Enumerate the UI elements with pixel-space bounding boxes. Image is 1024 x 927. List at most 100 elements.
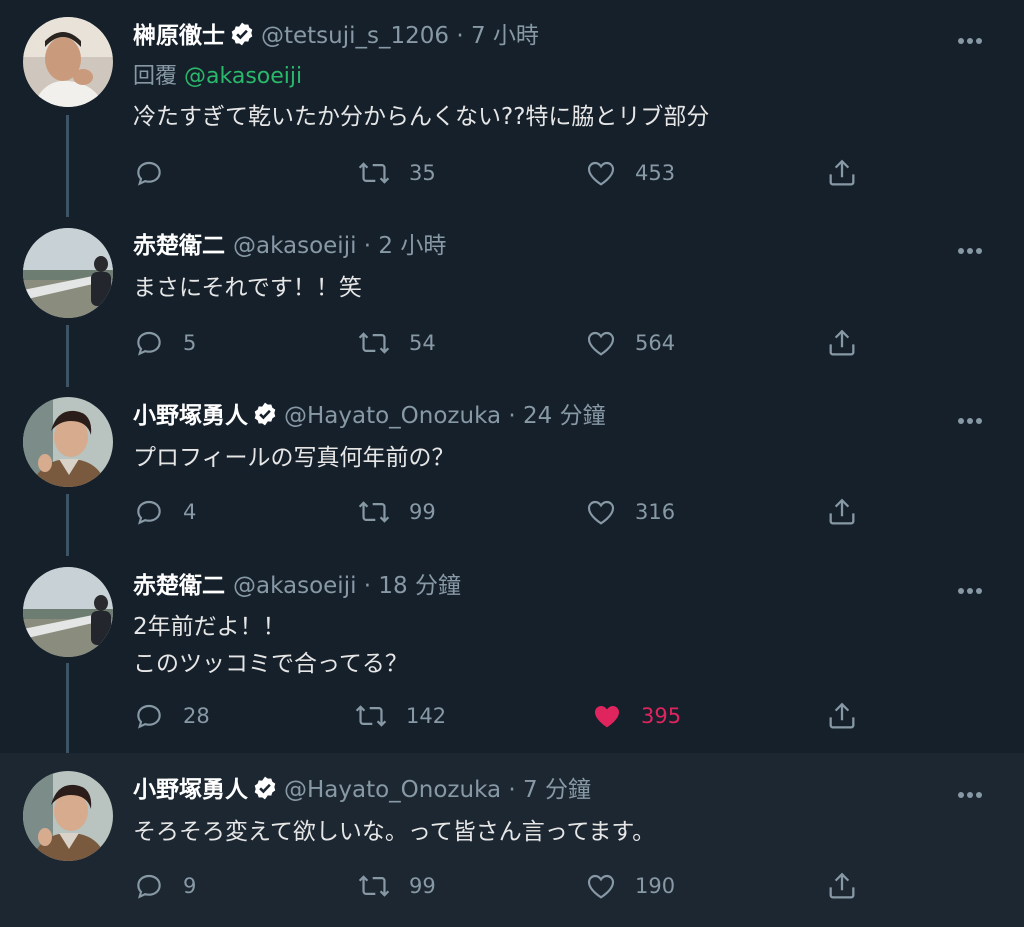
tweet[interactable]: 赤楚衛二 @akasoeiji · 2 小時 まさにそれです！！笑 5 54 56… [0,215,1024,385]
timestamp[interactable]: 7 小時 [471,23,539,49]
like-button[interactable]: 190 [585,869,675,903]
reply-count: 9 [183,874,197,898]
retweet-button[interactable]: 142 [354,699,446,733]
tweet-focused[interactable]: 小野塚勇人 @Hayato_Onozuka · 7 分鐘 そろそろ変えて欲しいな。… [0,753,1024,927]
reply-button[interactable]: 9 [133,869,196,903]
reply-count: 5 [183,331,197,355]
tweet-text: プロフィールの写真何年前の？ [133,445,455,471]
reply-button[interactable] [133,156,183,190]
tweet-actions: 35 453 [133,156,863,190]
tweet-header: 小野塚勇人 @Hayato_Onozuka · 24 分鐘 [133,399,606,433]
like-button[interactable]: 453 [585,156,675,190]
like-count: 316 [635,500,676,524]
avatar[interactable] [23,397,113,487]
retweet-count: 99 [409,500,436,524]
more-options-icon[interactable] [958,783,990,799]
share-button[interactable] [825,869,859,903]
retweet-button[interactable]: 99 [357,495,436,529]
heart-icon [585,870,617,902]
like-button[interactable]: 316 [585,495,675,529]
tweet-header: 小野塚勇人 @Hayato_Onozuka · 7 分鐘 [133,773,591,807]
retweet-count: 142 [406,704,447,728]
tweet-text: 冷たすぎて乾いたか分からんくない??特に脇とリブ部分 [133,104,710,130]
retweet-button[interactable]: 35 [357,156,436,190]
more-options-icon[interactable] [958,579,990,595]
retweet-icon [354,701,388,731]
like-count: 395 [641,704,682,728]
timestamp[interactable]: 24 分鐘 [523,403,606,429]
more-options-icon[interactable] [958,29,990,45]
heart-filled-icon [591,700,623,732]
more-options-icon[interactable] [958,409,990,425]
reply-icon [133,327,165,359]
verified-badge-icon [252,775,278,811]
reply-button[interactable]: 4 [133,495,196,529]
like-button[interactable]: 395 [591,699,681,733]
dot-separator: · [356,573,379,599]
avatar[interactable] [23,17,113,107]
share-button[interactable] [825,156,859,190]
share-icon [825,699,859,733]
tweet-header: 赤楚衛二 @akasoeiji · 18 分鐘 [133,569,461,603]
author-name[interactable]: 赤楚衛二 [133,573,225,599]
share-icon [825,326,859,360]
timestamp[interactable]: 18 分鐘 [378,573,461,599]
reply-icon [133,870,165,902]
like-button[interactable]: 564 [585,326,675,360]
reply-icon [133,496,165,528]
heart-icon [585,327,617,359]
author-handle[interactable]: @akasoeiji [233,573,356,599]
retweet-count: 99 [409,874,436,898]
author-handle[interactable]: @tetsuji_s_1206 [261,23,449,49]
avatar[interactable] [23,228,113,318]
retweet-icon [357,871,391,901]
dot-separator: · [356,233,379,259]
tweet[interactable]: 榊原徹士 @tetsuji_s_1206 · 7 小時 回覆 @akasoeiji… [0,0,1024,215]
like-count: 453 [635,161,676,185]
tweet[interactable]: 赤楚衛二 @akasoeiji · 18 分鐘 2年前だよ！！ このツッコミで合っ… [0,555,1024,753]
author-handle[interactable]: @akasoeiji [233,233,356,259]
timestamp[interactable]: 2 小時 [378,233,446,259]
tweet-actions: 28 142 395 [133,699,863,733]
retweet-icon [357,158,391,188]
dot-separator: · [449,23,471,49]
share-icon [825,869,859,903]
share-button[interactable] [825,495,859,529]
reply-icon [133,700,165,732]
heart-icon [585,496,617,528]
author-handle[interactable]: @Hayato_Onozuka [284,777,501,803]
retweet-button[interactable]: 54 [357,326,436,360]
tweet-text: 2年前だよ！！ このツッコミで合ってる？ [133,614,408,677]
reply-label: 回覆 [133,64,178,89]
timestamp[interactable]: 7 分鐘 [523,777,591,803]
heart-icon [585,157,617,189]
reply-mention-link[interactable]: @akasoeiji [184,64,302,89]
author-name[interactable]: 榊原徹士 [133,23,225,49]
retweet-button[interactable]: 99 [357,869,436,903]
dot-separator: · [501,777,524,803]
like-count: 564 [635,331,676,355]
retweet-icon [357,497,391,527]
tweet-header: 赤楚衛二 @akasoeiji · 2 小時 [133,229,446,263]
retweet-count: 35 [409,161,436,185]
tweet-text: まさにそれです！！笑 [133,275,362,301]
reply-context: 回覆 @akasoeiji [133,62,302,92]
reply-button[interactable]: 28 [133,699,210,733]
author-name[interactable]: 赤楚衛二 [133,233,225,259]
more-options-icon[interactable] [958,239,990,255]
retweet-count: 54 [409,331,436,355]
share-icon [825,156,859,190]
share-icon [825,495,859,529]
tweet-text: そろそろ変えて欲しいな。って皆さん言ってます。 [133,819,656,845]
verified-badge-icon [229,21,255,57]
avatar[interactable] [23,567,113,657]
author-name[interactable]: 小野塚勇人 [133,403,248,429]
author-handle[interactable]: @Hayato_Onozuka [284,403,501,429]
tweet[interactable]: 小野塚勇人 @Hayato_Onozuka · 24 分鐘 プロフィールの写真何年… [0,385,1024,555]
reply-icon [133,157,165,189]
avatar[interactable] [23,771,113,861]
reply-button[interactable]: 5 [133,326,196,360]
share-button[interactable] [825,326,859,360]
share-button[interactable] [825,699,859,733]
author-name[interactable]: 小野塚勇人 [133,777,248,803]
